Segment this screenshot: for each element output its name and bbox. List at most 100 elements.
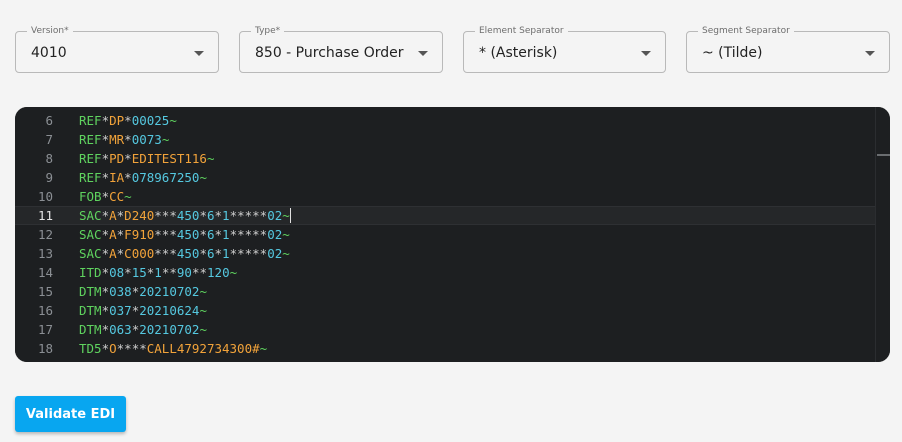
line-number: 13: [37, 246, 53, 261]
code-token: *: [101, 284, 110, 299]
type-select[interactable]: Type* 850 - Purchase Order: [239, 25, 443, 73]
element-separator-value: * (Asterisk): [479, 45, 558, 61]
code-line[interactable]: 10 FOB*CC~: [15, 187, 890, 206]
code-line[interactable]: 9 REF*IA*078967250~: [15, 168, 890, 187]
code-token: 450: [176, 227, 200, 242]
code-token: 15: [131, 265, 147, 280]
code-token: *: [101, 189, 110, 204]
code-token: *: [101, 208, 110, 223]
code-line[interactable]: 8 REF*PD*EDITEST116~: [15, 149, 890, 168]
code-token: ~: [161, 132, 170, 147]
code-token: DTM: [79, 303, 102, 318]
code-token: 0073: [131, 132, 162, 147]
code-line[interactable]: 13 SAC*A*C000***450*6*1*****02~: [15, 244, 890, 263]
code-token: *: [124, 132, 132, 147]
code-line[interactable]: 16 DTM*037*20210624~: [15, 301, 890, 320]
code-token: *: [214, 246, 223, 261]
code-token: SAC: [79, 208, 102, 223]
code-token: 6: [206, 246, 215, 261]
code-token: FOB: [79, 189, 102, 204]
code-token: *****: [229, 227, 268, 242]
code-token: ~: [169, 113, 177, 128]
code-text: SAC*A*D240***450*6*1*****02~: [79, 207, 291, 224]
edi-code-editor[interactable]: 6 REF*DP*00025~ 7 REF*MR*0073~ 8 REF*PD*EDITE…: [15, 107, 890, 362]
code-token: *: [124, 170, 132, 185]
chevron-down-icon: [194, 51, 204, 56]
code-text: ITD*08*15*1**90**120~: [79, 263, 237, 282]
code-text: REF*PD*EDITEST116~: [79, 149, 215, 168]
code-text: REF*MR*0073~: [79, 130, 169, 149]
code-token: CC: [109, 189, 125, 204]
code-token: *: [199, 227, 207, 242]
code-token: ~: [282, 246, 290, 261]
line-number: 15: [37, 284, 53, 299]
scrollbar-thumb[interactable]: [877, 154, 890, 156]
code-token: 20210624: [139, 303, 200, 318]
code-text: DTM*063*20210702~: [79, 320, 207, 339]
code-token: *: [214, 208, 223, 223]
code-line[interactable]: 17 DTM*063*20210702~: [15, 320, 890, 339]
code-token: 20210702: [139, 322, 200, 337]
code-token: 90: [176, 265, 192, 280]
code-token: *****: [229, 208, 268, 223]
code-token: 038: [109, 284, 132, 299]
code-token: 02: [267, 227, 283, 242]
editor-scrollbar[interactable]: [875, 107, 890, 362]
element-separator-select[interactable]: Element Separator * (Asterisk): [463, 25, 666, 73]
code-token: ~: [282, 208, 290, 223]
code-line[interactable]: 11 SAC*A*D240***450*6*1*****02~: [15, 206, 890, 225]
code-token: **: [161, 265, 177, 280]
code-token: CALL4792734300#: [146, 341, 260, 356]
line-number: 9: [45, 170, 53, 185]
code-line[interactable]: 7 REF*MR*0073~: [15, 130, 890, 149]
code-token: ~: [206, 151, 215, 166]
code-token: ~: [199, 322, 207, 337]
code-text: REF*IA*078967250~: [79, 168, 207, 187]
code-token: *: [101, 170, 110, 185]
code-token: ***: [154, 227, 177, 242]
segment-separator-select[interactable]: Segment Separator ~ (Tilde): [686, 25, 890, 73]
line-number: 10: [37, 189, 53, 204]
chevron-down-icon: [418, 51, 428, 56]
code-token: 1: [222, 246, 230, 261]
code-token: REF: [79, 170, 102, 185]
code-line[interactable]: 15 DTM*038*20210702~: [15, 282, 890, 301]
chevron-down-icon: [641, 51, 651, 56]
code-token: 063: [109, 322, 132, 337]
line-number: 6: [45, 113, 53, 128]
code-token: TD5: [79, 341, 102, 356]
code-token: DTM: [79, 284, 102, 299]
code-text: SAC*A*F910***450*6*1*****02~: [79, 225, 290, 244]
code-token: SAC: [79, 246, 102, 261]
code-token: A: [109, 208, 117, 223]
code-token: ~: [124, 189, 132, 204]
line-number: 17: [37, 322, 53, 337]
code-token: 20210702: [139, 284, 200, 299]
code-line[interactable]: 14 ITD*08*15*1**90**120~: [15, 263, 890, 282]
code-token: DTM: [79, 322, 102, 337]
text-cursor: [289, 208, 291, 223]
code-line[interactable]: 12 SAC*A*F910***450*6*1*****02~: [15, 225, 890, 244]
code-token: 037: [109, 303, 132, 318]
validate-edi-button[interactable]: Validate EDI: [15, 396, 126, 432]
code-token: 1: [222, 227, 230, 242]
code-text: DTM*037*20210624~: [79, 301, 207, 320]
element-separator-label: Element Separator: [475, 25, 568, 37]
code-line[interactable]: 18 TD5*O****CALL4792734300#~: [15, 339, 890, 358]
code-line[interactable]: 6 REF*DP*00025~: [15, 111, 890, 130]
code-token: REF: [79, 151, 102, 166]
code-token: 6: [206, 227, 215, 242]
code-token: *: [101, 132, 110, 147]
code-token: 08: [109, 265, 125, 280]
code-token: F910: [124, 227, 155, 242]
code-token: 120: [207, 265, 230, 280]
code-text: FOB*CC~: [79, 187, 132, 206]
code-token: ***: [154, 246, 177, 261]
code-token: REF: [79, 132, 102, 147]
version-select[interactable]: Version* 4010: [15, 25, 219, 73]
code-token: D240: [124, 208, 155, 223]
code-token: DP: [109, 113, 125, 128]
segment-separator-value: ~ (Tilde): [702, 45, 763, 61]
code-token: *: [124, 151, 132, 166]
code-token: 02: [267, 246, 283, 261]
